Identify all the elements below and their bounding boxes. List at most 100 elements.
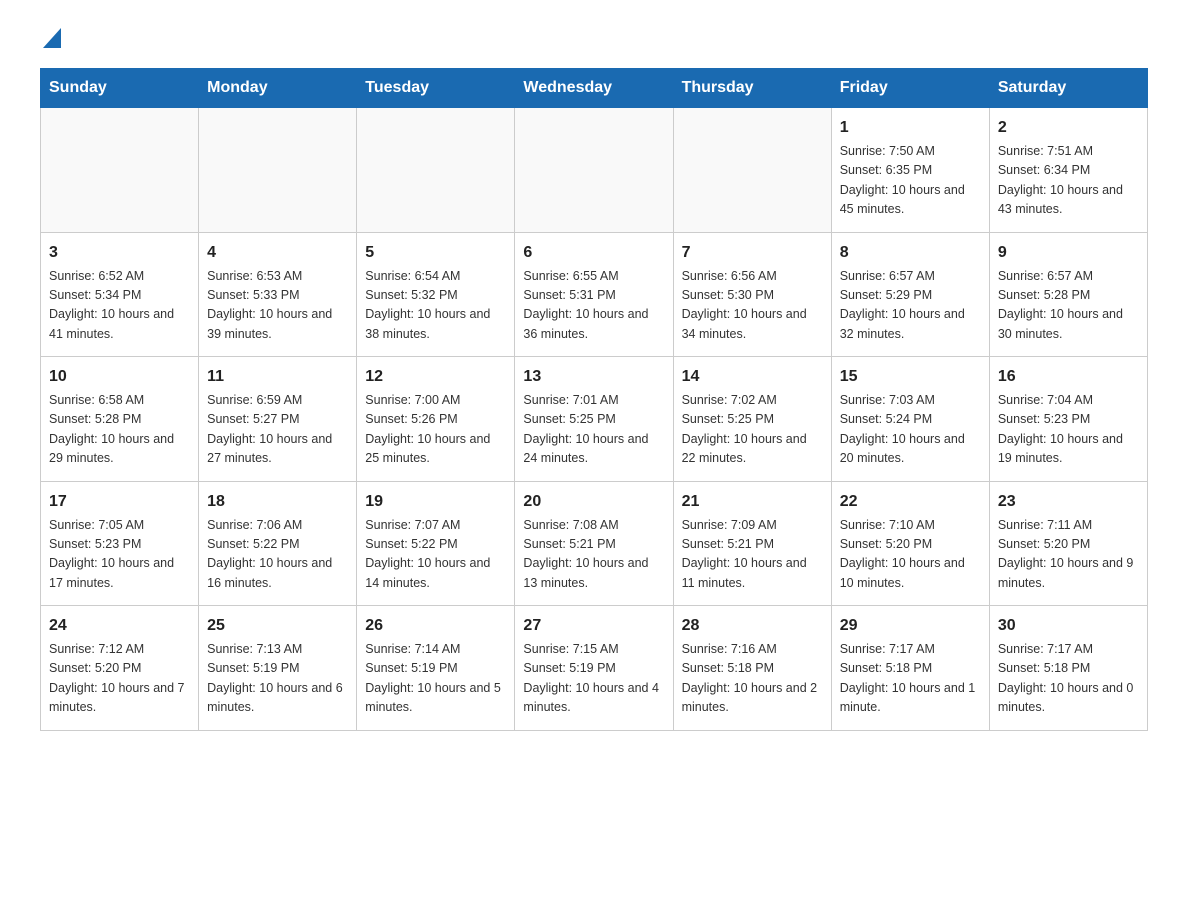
day-number: 12 xyxy=(365,365,506,389)
day-number: 4 xyxy=(207,241,348,265)
day-number: 1 xyxy=(840,116,981,140)
cell-week5-day4: 27Sunrise: 7:15 AMSunset: 5:19 PMDayligh… xyxy=(515,606,673,731)
cell-week3-day1: 10Sunrise: 6:58 AMSunset: 5:28 PMDayligh… xyxy=(41,357,199,482)
day-info: Sunrise: 6:59 AMSunset: 5:27 PMDaylight:… xyxy=(207,391,348,469)
day-number: 21 xyxy=(682,490,823,514)
day-info: Sunrise: 6:57 AMSunset: 5:29 PMDaylight:… xyxy=(840,267,981,345)
day-info: Sunrise: 6:57 AMSunset: 5:28 PMDaylight:… xyxy=(998,267,1139,345)
page-header xyxy=(40,30,1148,48)
calendar-table: Sunday Monday Tuesday Wednesday Thursday… xyxy=(40,68,1148,731)
day-info: Sunrise: 7:08 AMSunset: 5:21 PMDaylight:… xyxy=(523,516,664,594)
day-info: Sunrise: 7:12 AMSunset: 5:20 PMDaylight:… xyxy=(49,640,190,718)
day-info: Sunrise: 7:09 AMSunset: 5:21 PMDaylight:… xyxy=(682,516,823,594)
cell-week2-day5: 7Sunrise: 6:56 AMSunset: 5:30 PMDaylight… xyxy=(673,232,831,357)
cell-week5-day1: 24Sunrise: 7:12 AMSunset: 5:20 PMDayligh… xyxy=(41,606,199,731)
cell-week4-day6: 22Sunrise: 7:10 AMSunset: 5:20 PMDayligh… xyxy=(831,481,989,606)
day-number: 26 xyxy=(365,614,506,638)
week-row-5: 24Sunrise: 7:12 AMSunset: 5:20 PMDayligh… xyxy=(41,606,1148,731)
cell-week1-day2 xyxy=(199,108,357,233)
day-info: Sunrise: 7:01 AMSunset: 5:25 PMDaylight:… xyxy=(523,391,664,469)
cell-week1-day5 xyxy=(673,108,831,233)
day-number: 5 xyxy=(365,241,506,265)
cell-week1-day1 xyxy=(41,108,199,233)
cell-week3-day3: 12Sunrise: 7:00 AMSunset: 5:26 PMDayligh… xyxy=(357,357,515,482)
cell-week1-day6: 1Sunrise: 7:50 AMSunset: 6:35 PMDaylight… xyxy=(831,108,989,233)
day-info: Sunrise: 7:07 AMSunset: 5:22 PMDaylight:… xyxy=(365,516,506,594)
header-monday: Monday xyxy=(199,69,357,108)
day-number: 30 xyxy=(998,614,1139,638)
day-number: 15 xyxy=(840,365,981,389)
day-number: 25 xyxy=(207,614,348,638)
day-number: 2 xyxy=(998,116,1139,140)
logo-triangle-icon xyxy=(43,28,61,48)
cell-week2-day7: 9Sunrise: 6:57 AMSunset: 5:28 PMDaylight… xyxy=(989,232,1147,357)
day-info: Sunrise: 7:15 AMSunset: 5:19 PMDaylight:… xyxy=(523,640,664,718)
header-thursday: Thursday xyxy=(673,69,831,108)
day-info: Sunrise: 7:17 AMSunset: 5:18 PMDaylight:… xyxy=(998,640,1139,718)
week-row-3: 10Sunrise: 6:58 AMSunset: 5:28 PMDayligh… xyxy=(41,357,1148,482)
cell-week4-day4: 20Sunrise: 7:08 AMSunset: 5:21 PMDayligh… xyxy=(515,481,673,606)
day-number: 19 xyxy=(365,490,506,514)
header-wednesday: Wednesday xyxy=(515,69,673,108)
day-info: Sunrise: 7:13 AMSunset: 5:19 PMDaylight:… xyxy=(207,640,348,718)
day-number: 7 xyxy=(682,241,823,265)
logo xyxy=(40,30,61,48)
day-info: Sunrise: 7:04 AMSunset: 5:23 PMDaylight:… xyxy=(998,391,1139,469)
day-number: 3 xyxy=(49,241,190,265)
header-tuesday: Tuesday xyxy=(357,69,515,108)
day-number: 20 xyxy=(523,490,664,514)
day-number: 18 xyxy=(207,490,348,514)
calendar-header-row: Sunday Monday Tuesday Wednesday Thursday… xyxy=(41,69,1148,108)
day-info: Sunrise: 6:58 AMSunset: 5:28 PMDaylight:… xyxy=(49,391,190,469)
cell-week5-day5: 28Sunrise: 7:16 AMSunset: 5:18 PMDayligh… xyxy=(673,606,831,731)
cell-week4-day3: 19Sunrise: 7:07 AMSunset: 5:22 PMDayligh… xyxy=(357,481,515,606)
week-row-1: 1Sunrise: 7:50 AMSunset: 6:35 PMDaylight… xyxy=(41,108,1148,233)
day-info: Sunrise: 7:06 AMSunset: 5:22 PMDaylight:… xyxy=(207,516,348,594)
day-info: Sunrise: 7:51 AMSunset: 6:34 PMDaylight:… xyxy=(998,142,1139,220)
day-number: 29 xyxy=(840,614,981,638)
day-number: 14 xyxy=(682,365,823,389)
day-number: 8 xyxy=(840,241,981,265)
day-info: Sunrise: 7:50 AMSunset: 6:35 PMDaylight:… xyxy=(840,142,981,220)
day-number: 22 xyxy=(840,490,981,514)
day-info: Sunrise: 7:05 AMSunset: 5:23 PMDaylight:… xyxy=(49,516,190,594)
day-info: Sunrise: 6:54 AMSunset: 5:32 PMDaylight:… xyxy=(365,267,506,345)
cell-week3-day4: 13Sunrise: 7:01 AMSunset: 5:25 PMDayligh… xyxy=(515,357,673,482)
day-number: 28 xyxy=(682,614,823,638)
cell-week4-day7: 23Sunrise: 7:11 AMSunset: 5:20 PMDayligh… xyxy=(989,481,1147,606)
day-info: Sunrise: 6:56 AMSunset: 5:30 PMDaylight:… xyxy=(682,267,823,345)
cell-week1-day4 xyxy=(515,108,673,233)
day-info: Sunrise: 7:02 AMSunset: 5:25 PMDaylight:… xyxy=(682,391,823,469)
header-sunday: Sunday xyxy=(41,69,199,108)
day-number: 16 xyxy=(998,365,1139,389)
cell-week1-day3 xyxy=(357,108,515,233)
day-info: Sunrise: 7:10 AMSunset: 5:20 PMDaylight:… xyxy=(840,516,981,594)
day-info: Sunrise: 7:11 AMSunset: 5:20 PMDaylight:… xyxy=(998,516,1139,594)
cell-week1-day7: 2Sunrise: 7:51 AMSunset: 6:34 PMDaylight… xyxy=(989,108,1147,233)
day-info: Sunrise: 6:53 AMSunset: 5:33 PMDaylight:… xyxy=(207,267,348,345)
cell-week3-day6: 15Sunrise: 7:03 AMSunset: 5:24 PMDayligh… xyxy=(831,357,989,482)
cell-week4-day1: 17Sunrise: 7:05 AMSunset: 5:23 PMDayligh… xyxy=(41,481,199,606)
cell-week5-day7: 30Sunrise: 7:17 AMSunset: 5:18 PMDayligh… xyxy=(989,606,1147,731)
day-info: Sunrise: 7:17 AMSunset: 5:18 PMDaylight:… xyxy=(840,640,981,718)
week-row-2: 3Sunrise: 6:52 AMSunset: 5:34 PMDaylight… xyxy=(41,232,1148,357)
day-info: Sunrise: 7:14 AMSunset: 5:19 PMDaylight:… xyxy=(365,640,506,718)
day-info: Sunrise: 7:16 AMSunset: 5:18 PMDaylight:… xyxy=(682,640,823,718)
day-info: Sunrise: 7:03 AMSunset: 5:24 PMDaylight:… xyxy=(840,391,981,469)
day-number: 9 xyxy=(998,241,1139,265)
cell-week3-day7: 16Sunrise: 7:04 AMSunset: 5:23 PMDayligh… xyxy=(989,357,1147,482)
day-number: 11 xyxy=(207,365,348,389)
day-number: 27 xyxy=(523,614,664,638)
cell-week5-day3: 26Sunrise: 7:14 AMSunset: 5:19 PMDayligh… xyxy=(357,606,515,731)
cell-week2-day6: 8Sunrise: 6:57 AMSunset: 5:29 PMDaylight… xyxy=(831,232,989,357)
cell-week2-day4: 6Sunrise: 6:55 AMSunset: 5:31 PMDaylight… xyxy=(515,232,673,357)
header-friday: Friday xyxy=(831,69,989,108)
cell-week2-day3: 5Sunrise: 6:54 AMSunset: 5:32 PMDaylight… xyxy=(357,232,515,357)
week-row-4: 17Sunrise: 7:05 AMSunset: 5:23 PMDayligh… xyxy=(41,481,1148,606)
cell-week5-day2: 25Sunrise: 7:13 AMSunset: 5:19 PMDayligh… xyxy=(199,606,357,731)
cell-week3-day5: 14Sunrise: 7:02 AMSunset: 5:25 PMDayligh… xyxy=(673,357,831,482)
day-number: 23 xyxy=(998,490,1139,514)
day-number: 24 xyxy=(49,614,190,638)
cell-week4-day5: 21Sunrise: 7:09 AMSunset: 5:21 PMDayligh… xyxy=(673,481,831,606)
day-number: 13 xyxy=(523,365,664,389)
